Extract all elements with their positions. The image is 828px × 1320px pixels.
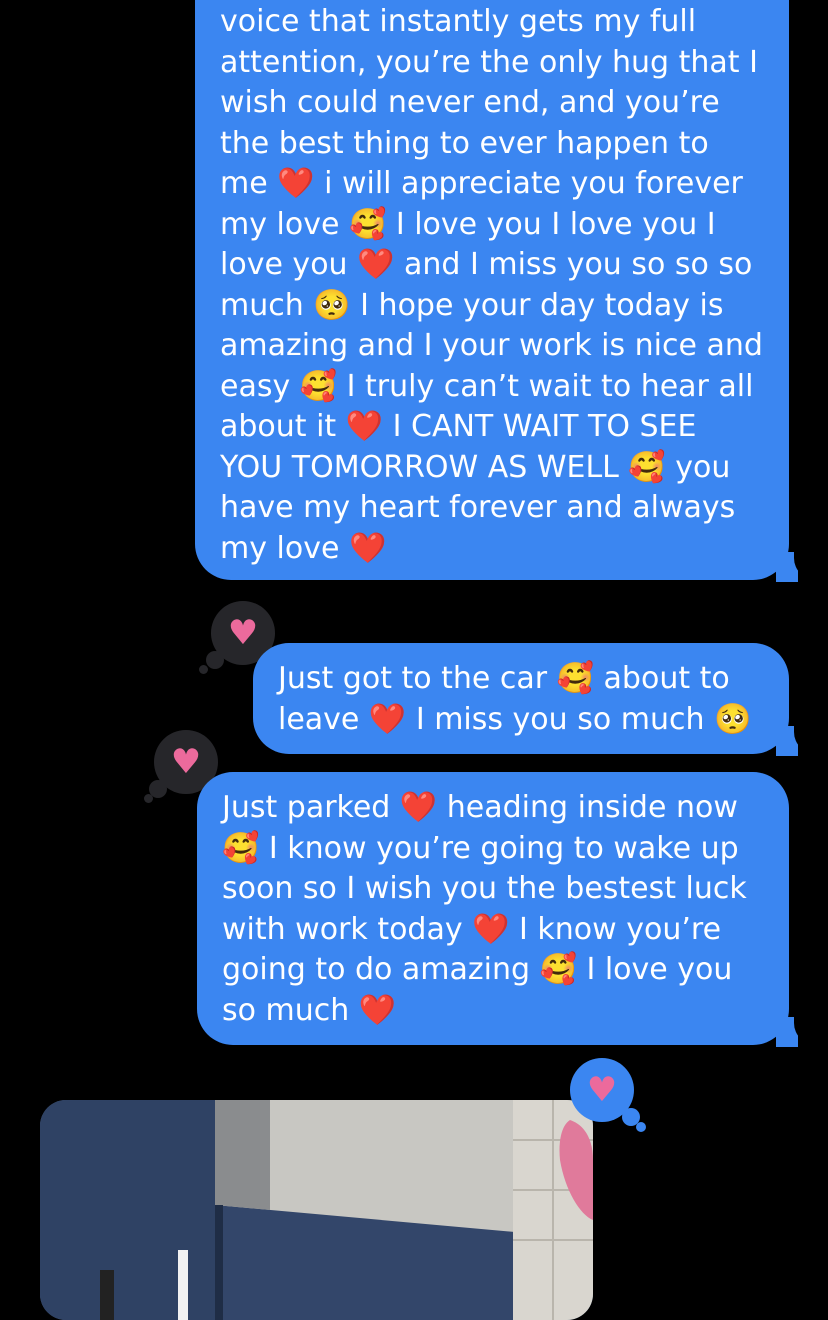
heart-icon: ♥ [586, 1070, 618, 1110]
message-bubble-2[interactable]: Just got to the car 🥰 about to leave ❤️ … [253, 643, 789, 754]
message-text-1: voice that instantly gets my full attent… [220, 4, 763, 566]
photo-image [40, 1100, 593, 1320]
photo-attachment[interactable] [40, 1100, 593, 1320]
message-bubble-3[interactable]: Just parked ❤️ heading inside now 🥰 I kn… [197, 772, 789, 1045]
tapback-heart-photo[interactable]: ♥ [570, 1058, 646, 1132]
message-text-2: Just got to the car 🥰 about to leave ❤️ … [278, 661, 752, 737]
heart-icon: ♥ [170, 742, 202, 782]
heart-icon: ♥ [227, 613, 259, 653]
message-bubble-1[interactable]: voice that instantly gets my full attent… [195, 0, 789, 580]
message-text-3: Just parked ❤️ heading inside now 🥰 I kn… [222, 790, 747, 1028]
